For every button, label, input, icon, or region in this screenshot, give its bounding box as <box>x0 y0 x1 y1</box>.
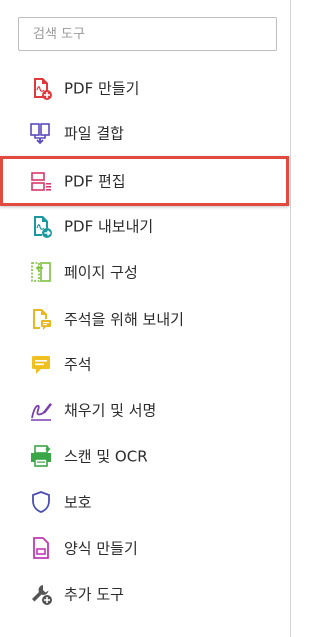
tools-panel: PDF 만들기 파일 결합 PDF 편집 <box>0 0 291 637</box>
edit-pdf-icon <box>29 169 53 193</box>
search-input[interactable] <box>19 18 276 50</box>
create-pdf-icon <box>29 76 53 100</box>
tool-label: PDF 편집 <box>64 172 126 191</box>
tool-label: PDF 만들기 <box>64 79 140 98</box>
tool-label: 채우기 및 서명 <box>64 401 157 420</box>
fill-sign-icon <box>29 398 53 422</box>
prepare-form-icon <box>29 536 53 560</box>
tool-comment[interactable]: 주석 <box>0 341 291 387</box>
tool-label: 페이지 구성 <box>64 263 138 282</box>
combine-files-icon <box>29 121 53 145</box>
tool-scan-ocr[interactable]: 스캔 및 OCR <box>0 433 291 479</box>
organize-pages-icon <box>29 260 53 284</box>
tool-send-for-comments[interactable]: 주석을 위해 보내기 <box>0 296 291 342</box>
tool-label: 주석 <box>64 355 92 374</box>
tool-label: 파일 결합 <box>64 124 124 143</box>
tool-prepare-form[interactable]: 양식 만들기 <box>0 525 291 571</box>
tool-label: 양식 만들기 <box>64 539 138 558</box>
tool-combine-files[interactable]: 파일 결합 <box>0 110 291 156</box>
scan-ocr-icon <box>29 444 53 468</box>
tool-label: 스캔 및 OCR <box>64 447 148 466</box>
send-for-comments-icon <box>29 307 53 331</box>
export-pdf-icon <box>29 214 53 238</box>
tool-protect[interactable]: 보호 <box>0 479 291 525</box>
tool-label: PDF 내보내기 <box>64 217 154 236</box>
search-box[interactable] <box>18 17 277 51</box>
tool-fill-sign[interactable]: 채우기 및 서명 <box>0 387 291 433</box>
comment-icon <box>29 352 53 376</box>
tool-label: 보호 <box>64 493 92 512</box>
tool-organize-pages[interactable]: 페이지 구성 <box>0 249 291 295</box>
tool-edit-pdf[interactable]: PDF 편집 <box>0 158 291 204</box>
tool-create-pdf[interactable]: PDF 만들기 <box>0 65 291 111</box>
tool-more-tools[interactable]: 추가 도구 <box>0 571 291 617</box>
protect-icon <box>29 490 53 514</box>
tool-label: 주석을 위해 보내기 <box>64 310 184 329</box>
tool-export-pdf[interactable]: PDF 내보내기 <box>0 203 291 249</box>
tool-label: 추가 도구 <box>64 585 124 604</box>
more-tools-icon <box>29 582 53 606</box>
